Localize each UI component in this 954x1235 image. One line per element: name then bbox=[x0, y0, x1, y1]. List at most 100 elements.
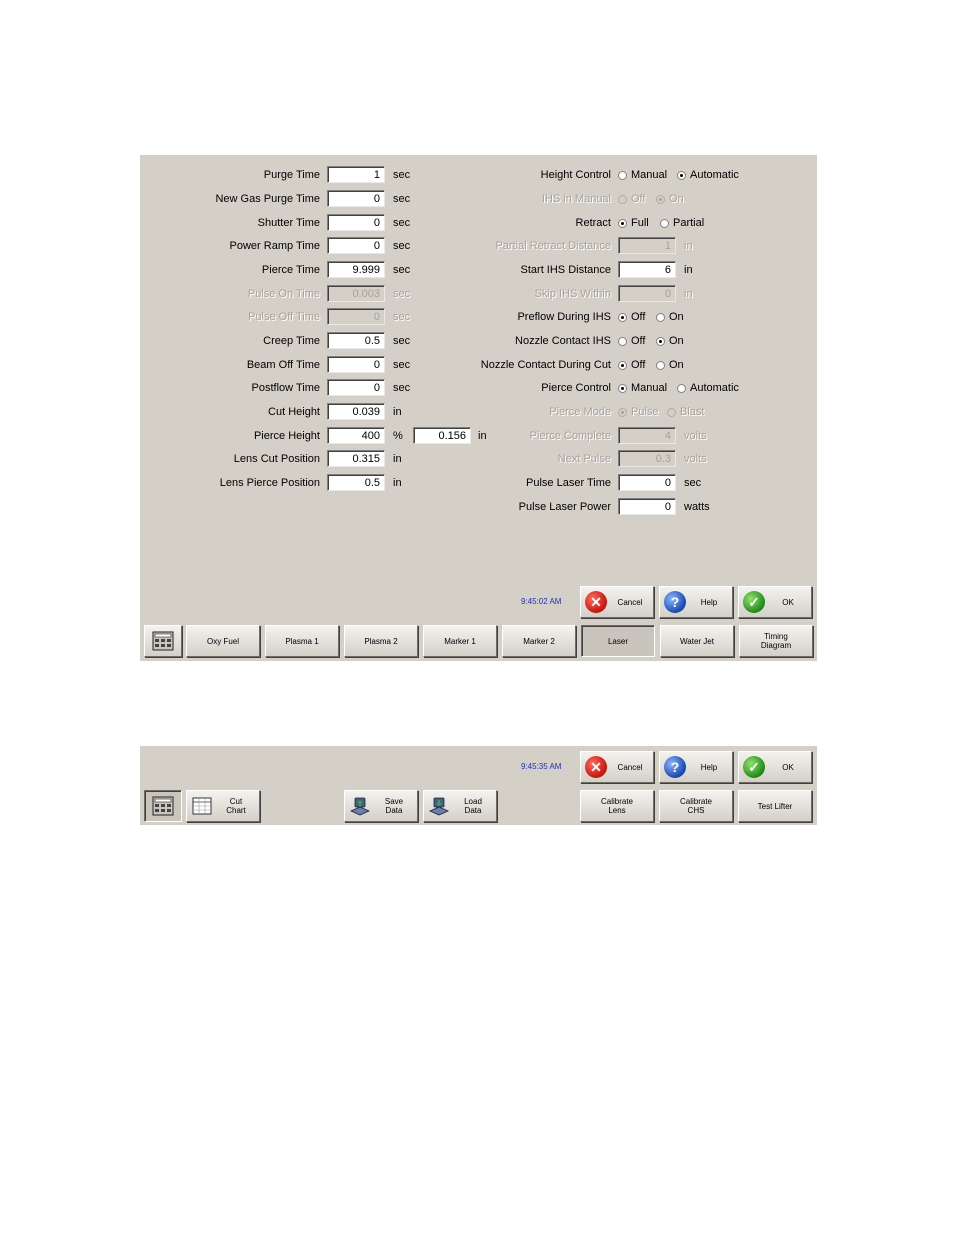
lens-cut-position-unit: in bbox=[393, 453, 402, 465]
radio-unselected-icon bbox=[660, 218, 669, 228]
tab-timing-diagram[interactable]: Timing Diagram bbox=[739, 625, 813, 657]
lens-pierce-position-input[interactable] bbox=[327, 474, 385, 491]
postflow-time-unit: sec bbox=[393, 382, 411, 394]
nozzle-contact-during-cut-on-radio[interactable]: On bbox=[656, 358, 684, 372]
radio-unselected-icon bbox=[677, 383, 686, 393]
load-data-button[interactable]: Load Data bbox=[423, 790, 497, 822]
skip-ihs-within-input bbox=[618, 285, 676, 302]
cancel-x-icon: ✕ bbox=[585, 756, 607, 778]
power-ramp-time-unit: sec bbox=[393, 240, 411, 252]
power-ramp-time-input[interactable] bbox=[327, 237, 385, 254]
retract-full-radio[interactable]: Full bbox=[618, 216, 649, 230]
radio-selected-icon bbox=[656, 194, 665, 204]
nozzle-contact-ihs-off-radio[interactable]: Off bbox=[618, 334, 645, 348]
cut-chart-button[interactable]: Cut Chart bbox=[186, 790, 260, 822]
calibrate-chs-button[interactable]: Calibrate CHS bbox=[659, 790, 733, 822]
calibrate-lens-button[interactable]: Calibrate Lens bbox=[580, 790, 654, 822]
partial-retract-distance-input bbox=[618, 237, 676, 254]
height-control-automatic-radio[interactable]: Automatic bbox=[677, 168, 739, 182]
tab-plasma-2[interactable]: Plasma 2 bbox=[344, 625, 418, 657]
tab-water-jet[interactable]: Water Jet bbox=[660, 625, 734, 657]
tab-laser[interactable]: Laser bbox=[581, 625, 655, 657]
help-button[interactable]: ? Help bbox=[659, 751, 733, 783]
lens-cut-position-input[interactable] bbox=[327, 450, 385, 467]
nozzle-contact-during-cut-label: Nozzle Contact During Cut bbox=[480, 359, 611, 371]
test-lifter-button[interactable]: Test Lifter bbox=[738, 790, 812, 822]
pierce-mode-label: Pierce Mode bbox=[549, 406, 611, 418]
cancel-button[interactable]: ✕ Cancel bbox=[580, 751, 654, 783]
ok-button[interactable]: ✓ OK bbox=[738, 586, 812, 618]
ok-button[interactable]: ✓ OK bbox=[738, 751, 812, 783]
retract-label: Retract bbox=[575, 217, 611, 229]
creep-time-input[interactable] bbox=[327, 332, 385, 349]
next-pulse-unit: volts bbox=[684, 453, 707, 465]
pulse-on-time-label: Pulse On Time bbox=[247, 288, 320, 300]
cut-chart-table-icon bbox=[191, 795, 213, 817]
pierce-height-distance-unit: in bbox=[478, 430, 487, 442]
pulse-laser-power-input[interactable] bbox=[618, 498, 676, 515]
laser-process-panel: Purge Time sec New Gas Purge Time sec Sh… bbox=[140, 155, 817, 661]
shutter-time-input[interactable] bbox=[327, 214, 385, 231]
cancel-button[interactable]: ✕ Cancel bbox=[580, 586, 654, 618]
pierce-complete-unit: volts bbox=[684, 430, 707, 442]
cut-height-input[interactable] bbox=[327, 403, 385, 420]
tab-marker-1[interactable]: Marker 1 bbox=[423, 625, 497, 657]
postflow-time-label: Postflow Time bbox=[251, 382, 320, 394]
start-ihs-distance-unit: in bbox=[684, 264, 693, 276]
radio-selected-icon bbox=[618, 218, 627, 228]
pierce-control-manual-radio[interactable]: Manual bbox=[618, 381, 667, 395]
ihs-in-manual-off-radio: Off bbox=[618, 192, 645, 206]
power-ramp-time-label: Power Ramp Time bbox=[229, 240, 320, 252]
pierce-height-distance-input[interactable] bbox=[413, 427, 471, 444]
purge-time-label: Purge Time bbox=[263, 169, 320, 181]
lens-pierce-position-unit: in bbox=[393, 477, 402, 489]
ok-check-icon: ✓ bbox=[743, 591, 765, 613]
pulse-off-time-unit: sec bbox=[393, 311, 411, 323]
nozzle-contact-ihs-on-radio[interactable]: On bbox=[656, 334, 684, 348]
next-pulse-input bbox=[618, 450, 676, 467]
keypad-button[interactable] bbox=[144, 625, 182, 657]
keypad-button[interactable] bbox=[144, 790, 182, 822]
retract-partial-radio[interactable]: Partial bbox=[660, 216, 704, 230]
preflow-during-ihs-label: Preflow During IHS bbox=[517, 311, 611, 323]
clock-time: 9:45:02 AM bbox=[521, 597, 562, 606]
start-ihs-distance-label: Start IHS Distance bbox=[520, 264, 611, 276]
purge-time-input[interactable] bbox=[327, 166, 385, 183]
new-gas-purge-time-label: New Gas Purge Time bbox=[215, 193, 320, 205]
skip-ihs-within-label: Skip IHS Within bbox=[534, 288, 611, 300]
pierce-time-input[interactable] bbox=[327, 261, 385, 278]
tab-plasma-1[interactable]: Plasma 1 bbox=[265, 625, 339, 657]
tab-marker-2[interactable]: Marker 2 bbox=[502, 625, 576, 657]
shutter-time-label: Shutter Time bbox=[257, 217, 320, 229]
radio-unselected-icon bbox=[618, 170, 627, 180]
height-control-label: Height Control bbox=[540, 169, 611, 181]
beam-off-time-input[interactable] bbox=[327, 356, 385, 373]
save-data-button[interactable]: Save Data bbox=[344, 790, 418, 822]
ok-check-icon: ✓ bbox=[743, 756, 765, 778]
pierce-time-unit: sec bbox=[393, 264, 411, 276]
preflow-during-ihs-off-radio[interactable]: Off bbox=[618, 310, 645, 324]
pierce-control-automatic-radio[interactable]: Automatic bbox=[677, 381, 739, 395]
skip-ihs-within-unit: in bbox=[684, 288, 693, 300]
preflow-during-ihs-on-radio[interactable]: On bbox=[656, 310, 684, 324]
height-control-manual-radio[interactable]: Manual bbox=[618, 168, 667, 182]
tab-oxy-fuel[interactable]: Oxy Fuel bbox=[186, 625, 260, 657]
radio-selected-icon bbox=[677, 170, 686, 180]
new-gas-purge-time-input[interactable] bbox=[327, 190, 385, 207]
radio-selected-icon bbox=[618, 360, 627, 370]
radio-unselected-icon bbox=[618, 336, 627, 346]
help-button[interactable]: ? Help bbox=[659, 586, 733, 618]
partial-retract-distance-unit: in bbox=[684, 240, 693, 252]
laser-toolbar-panel: 9:45:35 AM ✕ Cancel ? Help ✓ OK Cut Char… bbox=[140, 746, 817, 825]
pulse-laser-time-input[interactable] bbox=[618, 474, 676, 491]
radio-selected-icon bbox=[618, 407, 627, 417]
pulse-laser-time-label: Pulse Laser Time bbox=[526, 477, 611, 489]
pierce-height-percent-input[interactable] bbox=[327, 427, 385, 444]
nozzle-contact-during-cut-off-radio[interactable]: Off bbox=[618, 358, 645, 372]
start-ihs-distance-input[interactable] bbox=[618, 261, 676, 278]
postflow-time-input[interactable] bbox=[327, 379, 385, 396]
lens-pierce-position-label: Lens Pierce Position bbox=[219, 477, 320, 489]
save-disk-icon bbox=[349, 795, 371, 817]
pierce-control-label: Pierce Control bbox=[541, 382, 611, 394]
radio-unselected-icon bbox=[656, 360, 665, 370]
